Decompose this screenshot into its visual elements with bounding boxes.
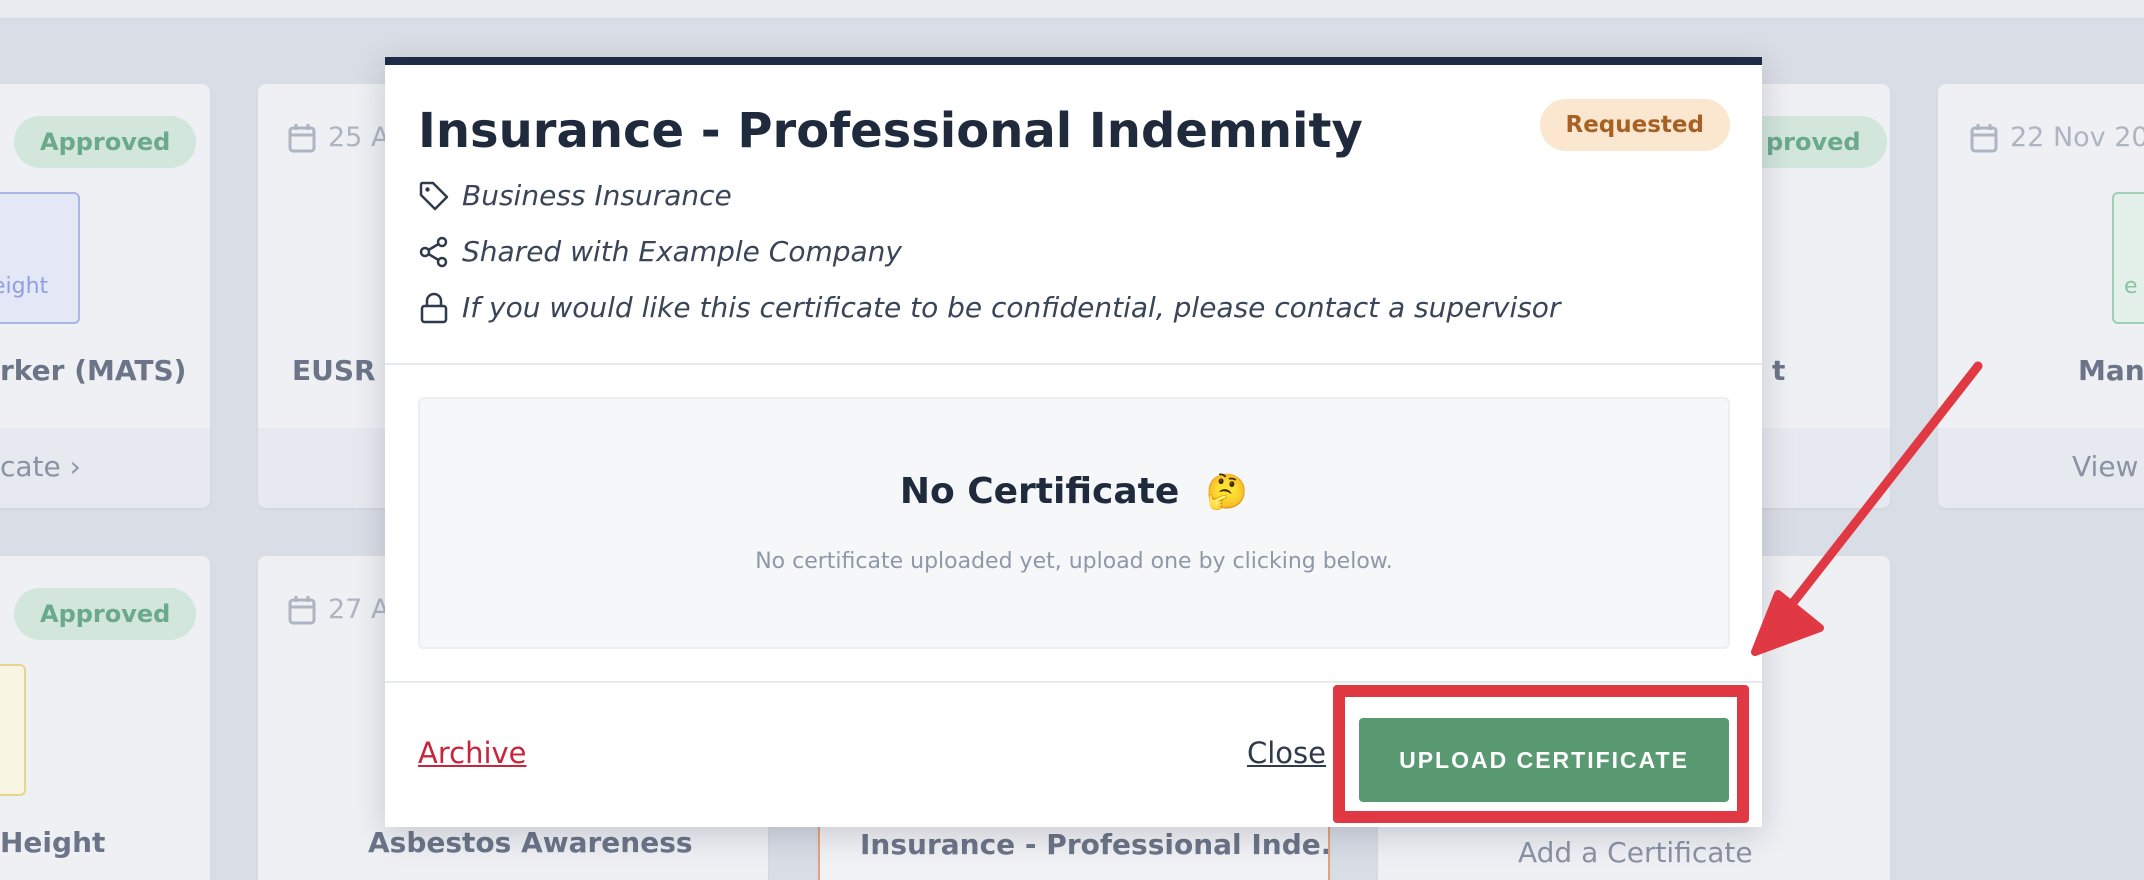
arrow-annotation-icon [1751,361,1983,656]
